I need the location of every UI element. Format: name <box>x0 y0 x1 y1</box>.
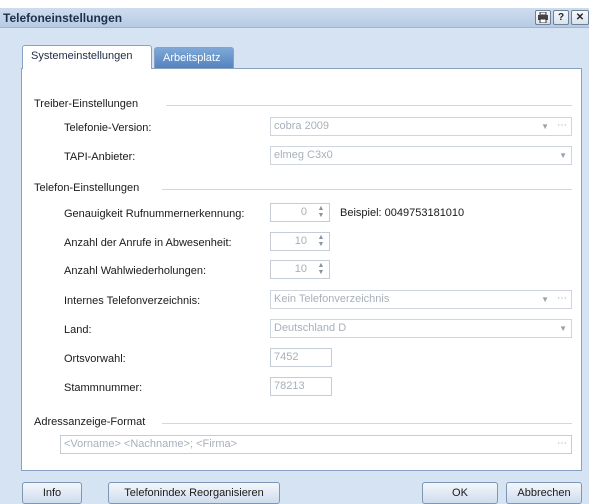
more-options-icon[interactable]: ⋯ <box>557 436 567 452</box>
address-format-value: <Vorname> <Nachname>; <Firma> <box>64 438 238 450</box>
country-select[interactable]: Deutschland D ▼ <box>270 319 572 338</box>
address-format-header: Adressanzeige-Format <box>34 416 146 428</box>
area-code-input[interactable]: 7452 <box>270 348 332 367</box>
info-button[interactable]: Info <box>22 482 82 504</box>
reorganize-button-label: Telefonindex Reorganisieren <box>124 487 264 499</box>
tapi-provider-select[interactable]: elmeg C3x0 ▼ <box>270 146 572 165</box>
ok-button[interactable]: OK <box>422 482 498 504</box>
tab-systemeinstellungen[interactable]: Systemeinstellungen <box>22 45 152 69</box>
internal-directory-label: Internes Telefonverzeichnis: <box>64 295 201 307</box>
calls-absence-value: 10 <box>294 235 307 247</box>
driver-settings-header: Treiber-Einstellungen <box>34 98 139 110</box>
calls-absence-label: Anzahl der Anrufe in Abwesenheit: <box>64 237 232 249</box>
tab-label: Systemeinstellungen <box>31 50 133 62</box>
spinner-arrows-icon[interactable]: ▲ ▼ <box>316 234 326 248</box>
redial-count-spinner[interactable]: 10 ▲ ▼ <box>270 260 330 279</box>
telephony-version-value: cobra 2009 <box>274 120 330 132</box>
tapi-provider-value: elmeg C3x0 <box>274 149 333 161</box>
reorganize-index-button[interactable]: Telefonindex Reorganisieren <box>108 482 280 504</box>
chevron-down-icon: ▼ <box>541 295 549 304</box>
window-title: Telefoneinstellungen <box>3 11 123 25</box>
accuracy-example: Beispiel: 0049753181010 <box>340 207 465 219</box>
spinner-arrows-icon[interactable]: ▲ ▼ <box>316 262 326 276</box>
info-button-label: Info <box>42 487 62 499</box>
more-options-icon[interactable]: ⋯ <box>557 118 567 134</box>
country-value: Deutschland D <box>274 322 347 334</box>
print-icon[interactable] <box>535 10 551 25</box>
country-label: Land: <box>64 324 92 336</box>
internal-directory-select[interactable]: Kein Telefonverzeichnis ▼ ⋯ <box>270 290 572 309</box>
close-icon[interactable]: ✕ <box>571 10 589 25</box>
tab-label: Arbeitsplatz <box>163 52 221 64</box>
accuracy-label: Genauigkeit Rufnummernerkennung: <box>64 208 245 220</box>
group-divider <box>162 423 572 424</box>
base-number-value: 78213 <box>274 380 305 392</box>
phone-settings-header: Telefon-Einstellungen <box>34 182 140 194</box>
title-bar: Telefoneinstellungen ? ✕ <box>0 8 589 28</box>
area-code-value: 7452 <box>274 351 299 363</box>
redial-count-label: Anzahl Wahlwiederholungen: <box>64 265 207 277</box>
group-divider <box>166 105 572 106</box>
chevron-down-icon: ▼ <box>559 151 567 160</box>
internal-directory-value: Kein Telefonverzeichnis <box>274 293 390 305</box>
ok-button-label: OK <box>452 487 468 499</box>
help-icon[interactable]: ? <box>553 10 569 25</box>
cancel-button[interactable]: Abbrechen <box>506 482 582 504</box>
settings-dialog: Telefoneinstellungen ? ✕ Systemeinstellu… <box>0 8 589 504</box>
base-number-input[interactable]: 78213 <box>270 377 332 396</box>
chevron-down-icon: ▼ <box>559 324 567 333</box>
accuracy-value: 0 <box>300 206 307 218</box>
tab-arbeitsplatz[interactable]: Arbeitsplatz <box>154 47 234 70</box>
base-number-label: Stammnummer: <box>64 382 143 394</box>
tapi-provider-label: TAPI-Anbieter: <box>64 151 136 163</box>
accuracy-spinner[interactable]: 0 ▲ ▼ <box>270 203 330 222</box>
redial-count-value: 10 <box>294 263 307 275</box>
cancel-button-label: Abbrechen <box>517 487 571 499</box>
chevron-down-icon: ▼ <box>541 122 549 131</box>
spinner-arrows-icon[interactable]: ▲ ▼ <box>316 205 326 219</box>
group-divider <box>162 189 572 190</box>
more-options-icon[interactable]: ⋯ <box>557 291 567 307</box>
area-code-label: Ortsvorwahl: <box>64 353 126 365</box>
calls-absence-spinner[interactable]: 10 ▲ ▼ <box>270 232 330 251</box>
telephony-version-select[interactable]: cobra 2009 ▼ ⋯ <box>270 117 572 136</box>
telephony-version-label: Telefonie-Version: <box>64 122 152 134</box>
settings-panel: Treiber-Einstellungen Telefonie-Version:… <box>21 68 582 471</box>
address-format-input[interactable]: <Vorname> <Nachname>; <Firma> ⋯ <box>60 435 572 454</box>
